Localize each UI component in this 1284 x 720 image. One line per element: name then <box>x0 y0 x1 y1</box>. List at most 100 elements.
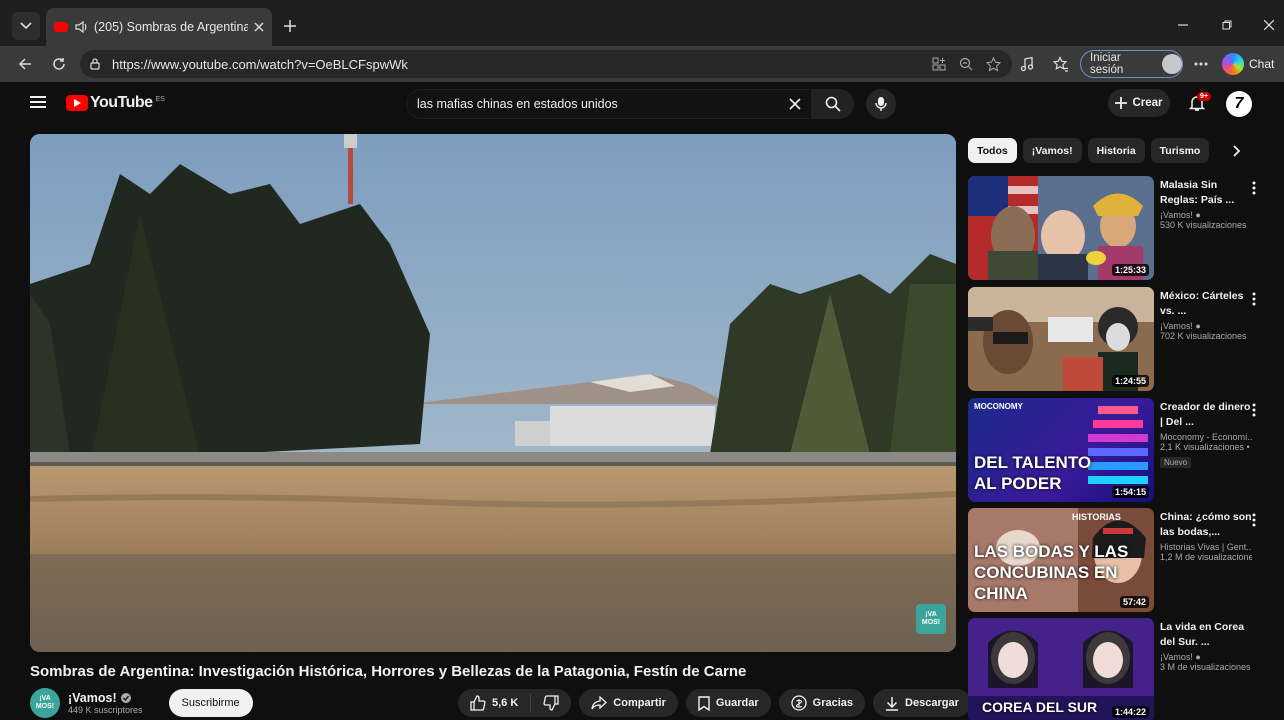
recommendation-title[interactable]: Creador de dinero | Del ... <box>1160 400 1252 430</box>
video-player[interactable]: ¡VA MOS! <box>30 134 956 652</box>
voice-search-button[interactable] <box>866 89 896 119</box>
video-thumbnail[interactable]: 1:25:33 <box>968 176 1154 280</box>
thanks-button[interactable]: Gracias <box>778 689 866 717</box>
browser-menu-button[interactable] <box>1188 51 1214 77</box>
save-label: Guardar <box>715 697 759 709</box>
speaker-icon[interactable] <box>74 20 88 34</box>
video-thumbnail[interactable]: COREA DEL SUR 1:44:22 <box>968 618 1154 720</box>
tab-title: (205) Sombras de Argentina: I <box>94 20 248 34</box>
video-thumbnail[interactable]: 1:24:55 <box>968 287 1154 391</box>
download-label: Descargar <box>905 697 959 709</box>
recommendation-info: La vida en Corea del Sur. ... ¡Vamos! ● … <box>1160 620 1252 672</box>
restore-button[interactable] <box>1212 12 1242 38</box>
logo-text: YouTube <box>90 94 153 111</box>
search-input[interactable]: las mafias chinas en estados unidos <box>417 97 783 111</box>
recommendation-views: 2,1 K visualizaciones • I <box>1160 442 1252 452</box>
more-vertical-icon[interactable] <box>1250 180 1258 196</box>
chip-historia[interactable]: Historia <box>1087 138 1145 163</box>
chips-next-button[interactable] <box>1226 140 1248 162</box>
dislike-button[interactable] <box>531 695 571 711</box>
arrow-left-icon <box>18 58 31 70</box>
recommendation-channel[interactable]: Moconomy - Economí... <box>1160 432 1252 442</box>
video-duration: 1:25:33 <box>1111 264 1149 276</box>
recommendation-channel[interactable]: ¡Vamos! ● <box>1160 210 1252 220</box>
logo-country-code: ES <box>155 95 165 103</box>
verified-check-icon: ● <box>1195 321 1201 331</box>
search-button[interactable] <box>812 89 854 119</box>
bookmark-icon <box>698 695 710 711</box>
thumbnail-caption: DEL TALENTO AL PODER <box>974 453 1092 493</box>
recommendation-views: 530 K visualizaciones <box>1160 220 1247 230</box>
recommendation-channel[interactable]: Historias Vivas | Gent... <box>1160 542 1252 552</box>
chip-todos[interactable]: Todos <box>968 138 1017 163</box>
recommendation-views: 3 M de visualizaciones <box>1160 662 1251 672</box>
video-thumbnail[interactable]: MOCONOMY DEL TALENTO AL PODER 1:54:15 <box>968 398 1154 502</box>
recommendation-item[interactable]: 1:24:55 México: Cárteles vs. ... ¡Vamos!… <box>968 287 1258 391</box>
copilot-chat-button[interactable]: Chat <box>1222 51 1274 77</box>
recommendation-title[interactable]: China: ¿cómo son las bodas,... <box>1160 510 1252 540</box>
app-available-icon[interactable] <box>928 53 950 75</box>
favorites-button[interactable] <box>1048 51 1074 77</box>
share-button[interactable]: Compartir <box>579 689 678 717</box>
url-text[interactable]: https://www.youtube.com/watch?v=OeBLCFsp… <box>112 57 923 72</box>
more-vertical-icon[interactable] <box>1250 512 1258 528</box>
recommendation-item[interactable]: HISTORIAS LAS BODAS Y LAS CONCUBINAS EN … <box>968 508 1258 612</box>
minimize-button[interactable] <box>1168 12 1198 38</box>
recommendation-item[interactable]: 1:25:33 Malasia Sin Reglas: País ... ¡Va… <box>968 176 1258 280</box>
extensions-button[interactable] <box>1014 51 1040 77</box>
youtube-favicon-icon <box>54 22 68 32</box>
signin-button[interactable]: Iniciar sesión <box>1080 50 1183 78</box>
channel-watermark[interactable]: ¡VA MOS! <box>916 604 946 634</box>
recommendation-title[interactable]: México: Cárteles vs. ... <box>1160 289 1252 319</box>
channel-avatar[interactable]: ¡VA MOS! <box>30 688 60 718</box>
video-owner: ¡VA MOS! ¡Vamos! 449 K suscriptores Susc… <box>30 687 253 719</box>
account-avatar[interactable]: 7 <box>1226 91 1252 117</box>
tab-actions-menu-button[interactable] <box>12 12 40 40</box>
share-arrow-icon <box>591 696 608 710</box>
address-bar[interactable]: https://www.youtube.com/watch?v=OeBLCFsp… <box>80 50 1012 78</box>
create-button[interactable]: Crear <box>1108 89 1170 117</box>
reload-button[interactable] <box>46 51 72 77</box>
video-thumbnail[interactable]: HISTORIAS LAS BODAS Y LAS CONCUBINAS EN … <box>968 508 1154 612</box>
back-button[interactable] <box>12 51 38 77</box>
recommendation-title[interactable]: La vida en Corea del Sur. ... <box>1160 620 1252 650</box>
favorite-star-icon[interactable] <box>982 53 1004 75</box>
close-tab-icon[interactable] <box>254 22 264 32</box>
recommendation-info: China: ¿cómo son las bodas,... Historias… <box>1160 510 1252 562</box>
chip-turismo[interactable]: Turismo <box>1150 138 1210 163</box>
close-window-button[interactable] <box>1254 12 1284 38</box>
site-info-icon[interactable] <box>88 57 102 71</box>
address-toolbar: https://www.youtube.com/watch?v=OeBLCFsp… <box>0 46 1284 82</box>
recommendation-title[interactable]: Malasia Sin Reglas: País ... <box>1160 178 1252 208</box>
more-vertical-icon[interactable] <box>1250 402 1258 418</box>
guide-menu-icon[interactable] <box>30 96 46 108</box>
verified-check-icon <box>120 693 131 703</box>
more-vertical-icon[interactable] <box>1250 291 1258 307</box>
thumbnail-caption: COREA DEL SUR <box>982 699 1098 715</box>
subscribe-button[interactable]: Suscribirme <box>168 689 253 717</box>
youtube-logo[interactable]: YouTube ES <box>66 94 165 112</box>
thanks-label: Gracias <box>812 697 854 709</box>
channel-info: ¡Vamos! 449 K suscriptores <box>68 691 143 715</box>
recommendation-channel[interactable]: ¡Vamos! ● <box>1160 652 1252 662</box>
chevron-down-icon <box>20 22 32 30</box>
recommendation-item[interactable]: MOCONOMY DEL TALENTO AL PODER 1:54:15 Cr… <box>968 398 1258 502</box>
like-count: 5,6 K <box>492 697 519 709</box>
new-tab-button[interactable] <box>278 14 302 38</box>
search-box[interactable]: las mafias chinas en estados unidos <box>406 89 812 119</box>
recommendation-item[interactable]: COREA DEL SUR 1:44:22 La vida en Corea d… <box>968 618 1258 720</box>
notifications-button[interactable]: 9+ <box>1184 90 1211 116</box>
recommendation-channel[interactable]: ¡Vamos! ● <box>1160 321 1252 331</box>
channel-name[interactable]: ¡Vamos! <box>68 691 117 705</box>
chip-vamos[interactable]: ¡Vamos! <box>1022 138 1082 163</box>
like-button[interactable]: 5,6 K <box>458 694 532 712</box>
clear-search-icon[interactable] <box>783 92 807 116</box>
zoom-icon[interactable] <box>955 53 977 75</box>
save-button[interactable]: Guardar <box>685 689 771 717</box>
youtube-play-icon <box>66 95 88 111</box>
restore-icon <box>1222 20 1232 30</box>
masthead: YouTube ES las mafias chinas en estados … <box>10 82 1284 126</box>
signin-label: Iniciar sesión <box>1090 52 1124 76</box>
download-button[interactable]: Descargar <box>873 689 971 717</box>
active-tab[interactable]: (205) Sombras de Argentina: I <box>46 8 272 46</box>
